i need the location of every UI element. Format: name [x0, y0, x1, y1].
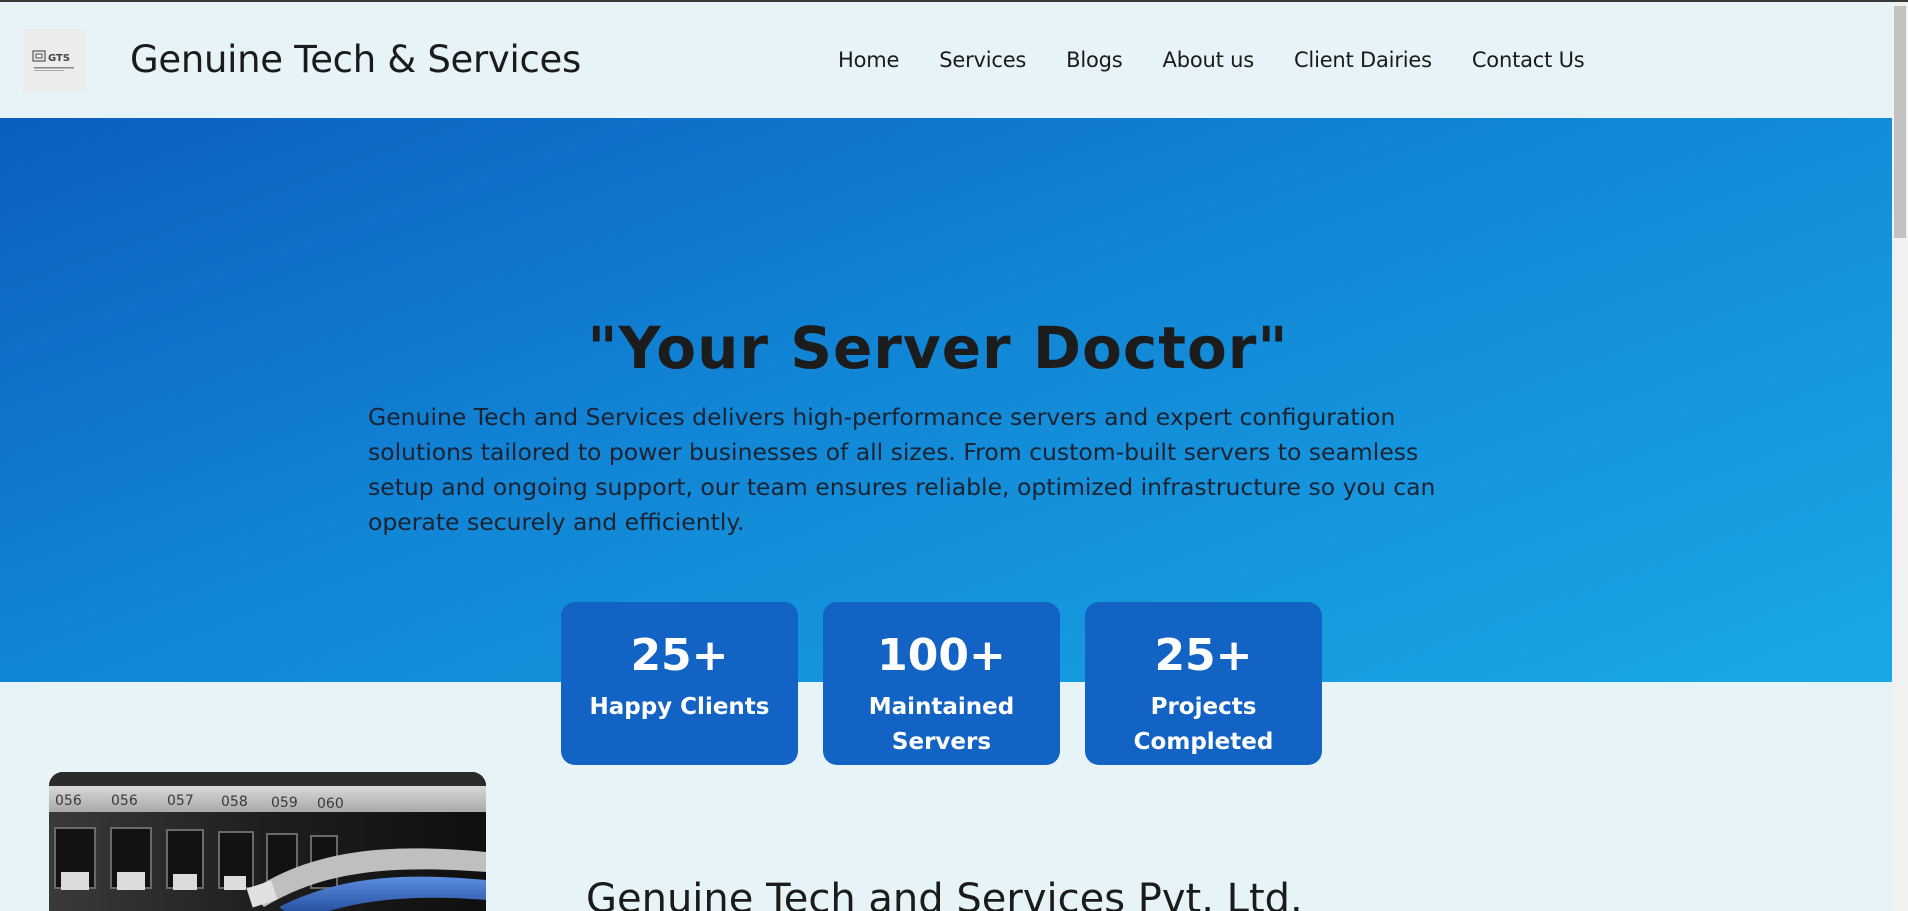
hero-title: "Your Server Doctor" — [587, 314, 1289, 382]
hero-section: "Your Server Doctor" Genuine Tech and Se… — [0, 118, 1892, 682]
page: GTS Genuine Tech & Services Home Service… — [0, 0, 1908, 911]
stat-card-happy-clients: 25+ Happy Clients — [561, 602, 798, 765]
nav-home[interactable]: Home — [838, 48, 899, 72]
nav-about-us[interactable]: About us — [1163, 48, 1255, 72]
scrollbar-thumb[interactable] — [1894, 6, 1906, 238]
main-nav: Home Services Blogs About us Client Dair… — [838, 48, 1585, 72]
stat-label: Happy Clients — [589, 694, 770, 720]
stat-value: 25+ — [630, 630, 729, 681]
svg-text:060: 060 — [317, 796, 344, 812]
hero-description: Genuine Tech and Services delivers high-… — [368, 403, 1436, 536]
page-scrollbar[interactable] — [1892, 2, 1908, 911]
svg-text:059: 059 — [271, 795, 298, 811]
stat-label: Projects Completed — [1133, 694, 1274, 755]
svg-text:056: 056 — [111, 793, 138, 809]
nav-blogs[interactable]: Blogs — [1066, 48, 1123, 72]
svg-text:056: 056 — [55, 793, 82, 809]
stat-card-maintained-servers: 100+ Maintained Servers — [823, 602, 1060, 765]
site-logo[interactable]: GTS — [23, 29, 86, 92]
nav-contact-us[interactable]: Contact Us — [1472, 48, 1585, 72]
nav-client-dairies[interactable]: Client Dairies — [1294, 48, 1432, 72]
brand-name[interactable]: Genuine Tech & Services — [130, 38, 581, 81]
svg-text:GTS: GTS — [48, 53, 70, 64]
nav-services[interactable]: Services — [939, 48, 1026, 72]
svg-text:057: 057 — [167, 793, 194, 809]
gts-logo-icon: GTS — [31, 49, 74, 71]
stats-row: 25+ Happy Clients 100+ Maintained Server… — [561, 602, 1322, 765]
stat-card-projects-completed: 25+ Projects Completed — [1085, 602, 1322, 765]
stat-label: Maintained Servers — [868, 694, 1015, 755]
company-heading: Genuine Tech and Services Pvt. Ltd. — [586, 876, 1303, 911]
stat-value: 100+ — [877, 630, 1006, 681]
patch-panel-photo-icon: 056 056 057 058 059 060 — [49, 772, 486, 911]
network-patch-panel-image: 056 056 057 058 059 060 — [49, 772, 486, 911]
stat-value: 25+ — [1154, 630, 1253, 681]
svg-text:058: 058 — [221, 794, 248, 810]
site-header: GTS Genuine Tech & Services Home Service… — [0, 2, 1892, 118]
